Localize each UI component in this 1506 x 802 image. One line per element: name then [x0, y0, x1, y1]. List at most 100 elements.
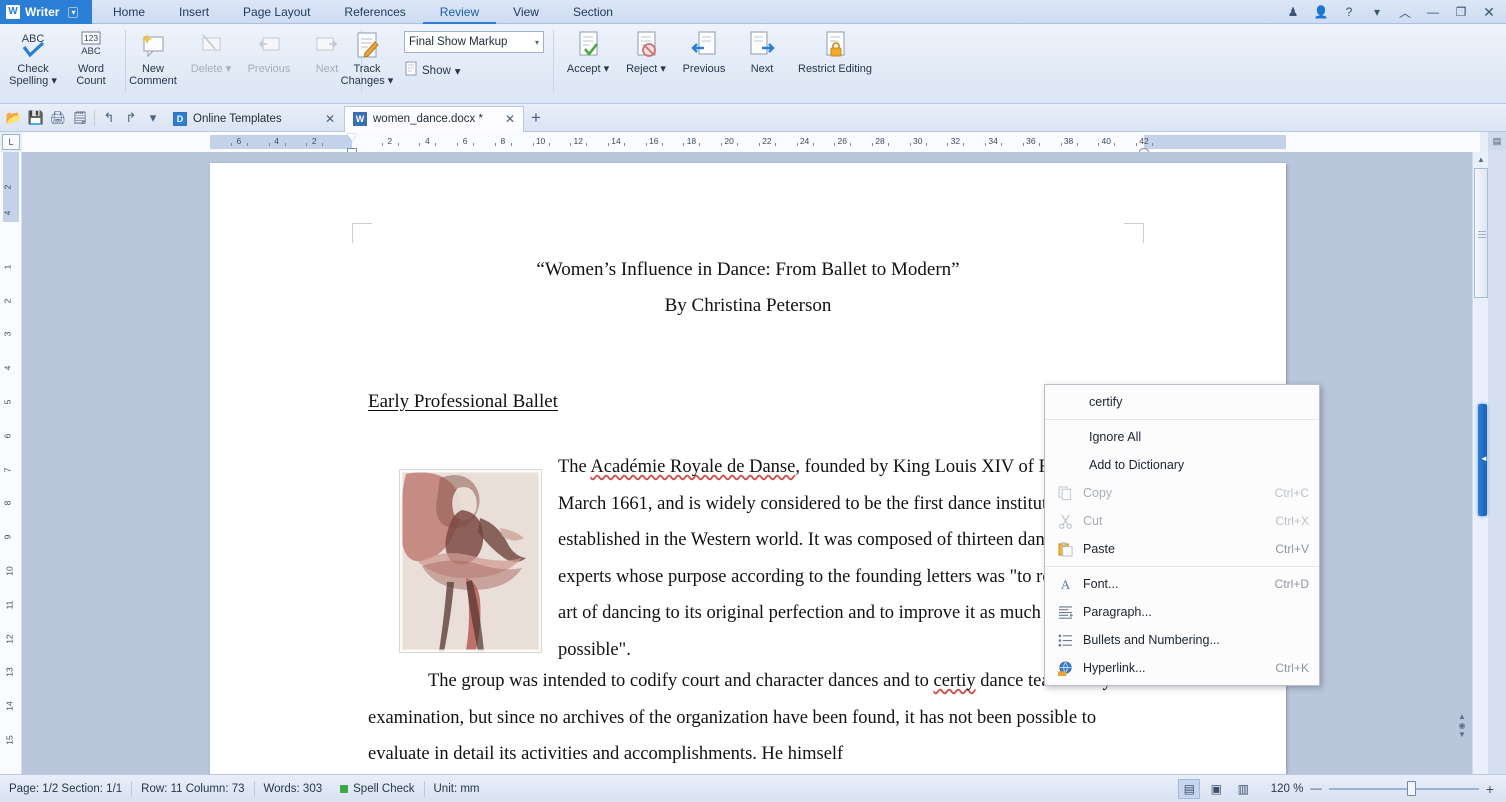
print-preview-icon[interactable]: 🗒 [69, 106, 91, 130]
paste-icon [1053, 542, 1077, 557]
reject-button[interactable]: Reject ▾ [617, 24, 675, 100]
ribbon-tab-page-layout[interactable]: Page Layout [226, 0, 327, 24]
restore-icon[interactable]: ❐ [1448, 1, 1474, 23]
zoom-out-button[interactable]: — [1308, 783, 1324, 795]
ribbon-tab-home[interactable]: Home [96, 0, 162, 24]
vertical-ruler-tick-label: 11 [4, 600, 14, 609]
track-changes-caret-icon[interactable]: ▾ [388, 75, 394, 87]
select-browse-object-buttons[interactable]: ▲ ◉ ▼ [1454, 712, 1470, 739]
zoom-slider-thumb[interactable] [1407, 781, 1416, 796]
ruler-toggle-icon[interactable]: ▤ [1488, 132, 1506, 150]
zoom-level-label[interactable]: 120 % [1259, 783, 1303, 795]
status-spell-check[interactable]: Spell Check [331, 779, 423, 799]
browse-next-icon[interactable]: ▼ [1458, 730, 1466, 739]
ribbon-tab-view[interactable]: View [496, 0, 556, 24]
ballerina-image[interactable] [399, 469, 542, 653]
ruler-right-margin [1144, 135, 1286, 149]
help-icon[interactable]: ? [1336, 1, 1362, 23]
check-spelling-button[interactable]: ABC Check Spelling ▾ [4, 24, 62, 100]
browse-object-icon[interactable]: ◉ [1459, 721, 1466, 730]
help-caret-icon[interactable]: ▾ [1364, 1, 1390, 23]
web-layout-view-button[interactable]: ▥ [1232, 779, 1254, 799]
show-button[interactable]: Show ▾ [404, 61, 544, 80]
customize-caret-icon[interactable]: ▾ [142, 106, 164, 130]
user-icon[interactable]: 👤 [1308, 1, 1334, 23]
chevron-down-icon[interactable]: ▾ [535, 38, 539, 47]
accept-icon [572, 28, 604, 62]
previous-comment-button[interactable]: Previous [240, 24, 298, 100]
margin-marker-top-right [1124, 223, 1144, 243]
ribbon-tab-section[interactable]: Section [556, 0, 630, 24]
save-icon[interactable]: 💾 [25, 106, 47, 130]
markup-combo[interactable]: Final Show Markup ▾ Show ▾ [404, 31, 544, 80]
check-spelling-label-2: Spelling [9, 75, 48, 87]
tab-stop-selector-button[interactable]: L [2, 134, 20, 150]
horizontal-ruler[interactable]: 6422468101214161820222426283032343638404… [22, 132, 1480, 152]
document-tab-close-icon[interactable]: ✕ [505, 112, 515, 126]
ruler-tick-label: 26 [838, 136, 847, 146]
next-change-button[interactable]: Next [733, 24, 791, 100]
scroll-up-arrow-icon[interactable]: ▲ [1473, 152, 1489, 167]
track-changes-button[interactable]: Track Changes ▾ [338, 24, 396, 100]
context-menu-item-add-to-dictionary[interactable]: Add to Dictionary [1045, 451, 1319, 479]
previous-change-button[interactable]: Previous [675, 24, 733, 100]
new-comment-button[interactable]: New Comment [124, 24, 182, 100]
ribbon-tab-insert[interactable]: Insert [162, 0, 226, 24]
check-spelling-caret-icon[interactable]: ▾ [51, 75, 57, 87]
delete-caret-icon[interactable]: ▾ [226, 63, 232, 75]
context-menu-item-ignore-all[interactable]: Ignore All [1045, 423, 1319, 451]
track-changes-label-1: Track [353, 63, 380, 75]
accept-button[interactable]: Accept ▾ [559, 24, 617, 100]
shirt-icon[interactable]: ♟ [1280, 1, 1306, 23]
reject-caret-icon[interactable]: ▾ [660, 63, 666, 75]
context-menu-item-paste[interactable]: PasteCtrl+V [1045, 535, 1319, 563]
cut-icon [1053, 514, 1077, 529]
status-word-count[interactable]: Words: 303 [255, 779, 332, 799]
ruler-tick-label: 2 [387, 136, 392, 146]
context-menu-item-paragraph[interactable]: Paragraph... [1045, 598, 1319, 626]
context-menu-item-suggestion-certify[interactable]: certify [1045, 388, 1319, 416]
browse-prev-icon[interactable]: ▲ [1458, 712, 1466, 721]
vertical-scroll-thumb[interactable] [1474, 168, 1488, 298]
spell-check-context-menu[interactable]: certifyIgnore AllAdd to DictionaryCopyCt… [1044, 384, 1320, 686]
status-row-column[interactable]: Row: 11 Column: 73 [132, 779, 253, 799]
first-line-indent-marker[interactable] [347, 134, 357, 141]
open-icon[interactable]: 📂 [3, 106, 25, 130]
undo-icon[interactable]: ↰ [98, 106, 120, 130]
print-layout-view-button[interactable]: ▤ [1178, 779, 1200, 799]
status-page-info[interactable]: Page: 1/2 Section: 1/1 [0, 779, 131, 799]
context-menu-item-label: Add to Dictionary [1083, 458, 1309, 472]
accept-caret-icon[interactable]: ▾ [604, 63, 610, 75]
context-menu-item-bullets-and-numbering[interactable]: Bullets and Numbering... [1045, 626, 1319, 654]
redo-icon[interactable]: ↱ [120, 106, 142, 130]
zoom-in-button[interactable]: + [1484, 781, 1496, 797]
ribbon-tab-review[interactable]: Review [423, 0, 496, 24]
close-icon[interactable]: ✕ [1476, 1, 1502, 23]
app-logo-button[interactable]: W Writer ▾ [0, 0, 92, 24]
word-count-label-1: Word [78, 63, 104, 75]
full-screen-view-button[interactable]: ▣ [1205, 779, 1227, 799]
document-tab-women-dance-docx[interactable]: Wwomen_dance.docx *✕ [344, 106, 524, 132]
context-menu-item-hyperlink[interactable]: Hyperlink...Ctrl+K [1045, 654, 1319, 682]
vertical-ruler[interactable]: 24123456789101112131415 [0, 152, 22, 774]
new-document-tab-button[interactable]: + [524, 108, 548, 128]
context-menu-item-shortcut: Ctrl+V [1275, 542, 1309, 556]
context-menu-item-label: Paragraph... [1077, 605, 1309, 619]
show-caret-icon[interactable]: ▾ [455, 64, 461, 78]
delete-comment-button[interactable]: Delete ▾ [182, 24, 240, 100]
previous-comment-label: Previous [248, 63, 291, 75]
context-menu-item-font[interactable]: AFont...Ctrl+D [1045, 570, 1319, 598]
ruler-tick [1039, 143, 1040, 146]
minimize-icon[interactable]: — [1420, 1, 1446, 23]
app-menu-caret-icon[interactable]: ▾ [68, 7, 78, 18]
restrict-editing-button[interactable]: Restrict Editing [791, 24, 879, 100]
comment-pane-handle[interactable]: ◄ [1478, 404, 1487, 516]
print-icon[interactable]: 🖨 [47, 106, 69, 130]
ribbon-tab-references[interactable]: References [327, 0, 422, 24]
word-count-button[interactable]: 123 ABC Word Count [62, 24, 120, 100]
status-unit[interactable]: Unit: mm [425, 779, 489, 799]
zoom-slider[interactable] [1329, 781, 1479, 797]
document-tab-online-templates[interactable]: DOnline Templates✕ [164, 106, 344, 132]
collapse-ribbon-icon[interactable]: ︿ [1392, 1, 1418, 23]
document-tab-close-icon[interactable]: ✕ [325, 112, 335, 126]
